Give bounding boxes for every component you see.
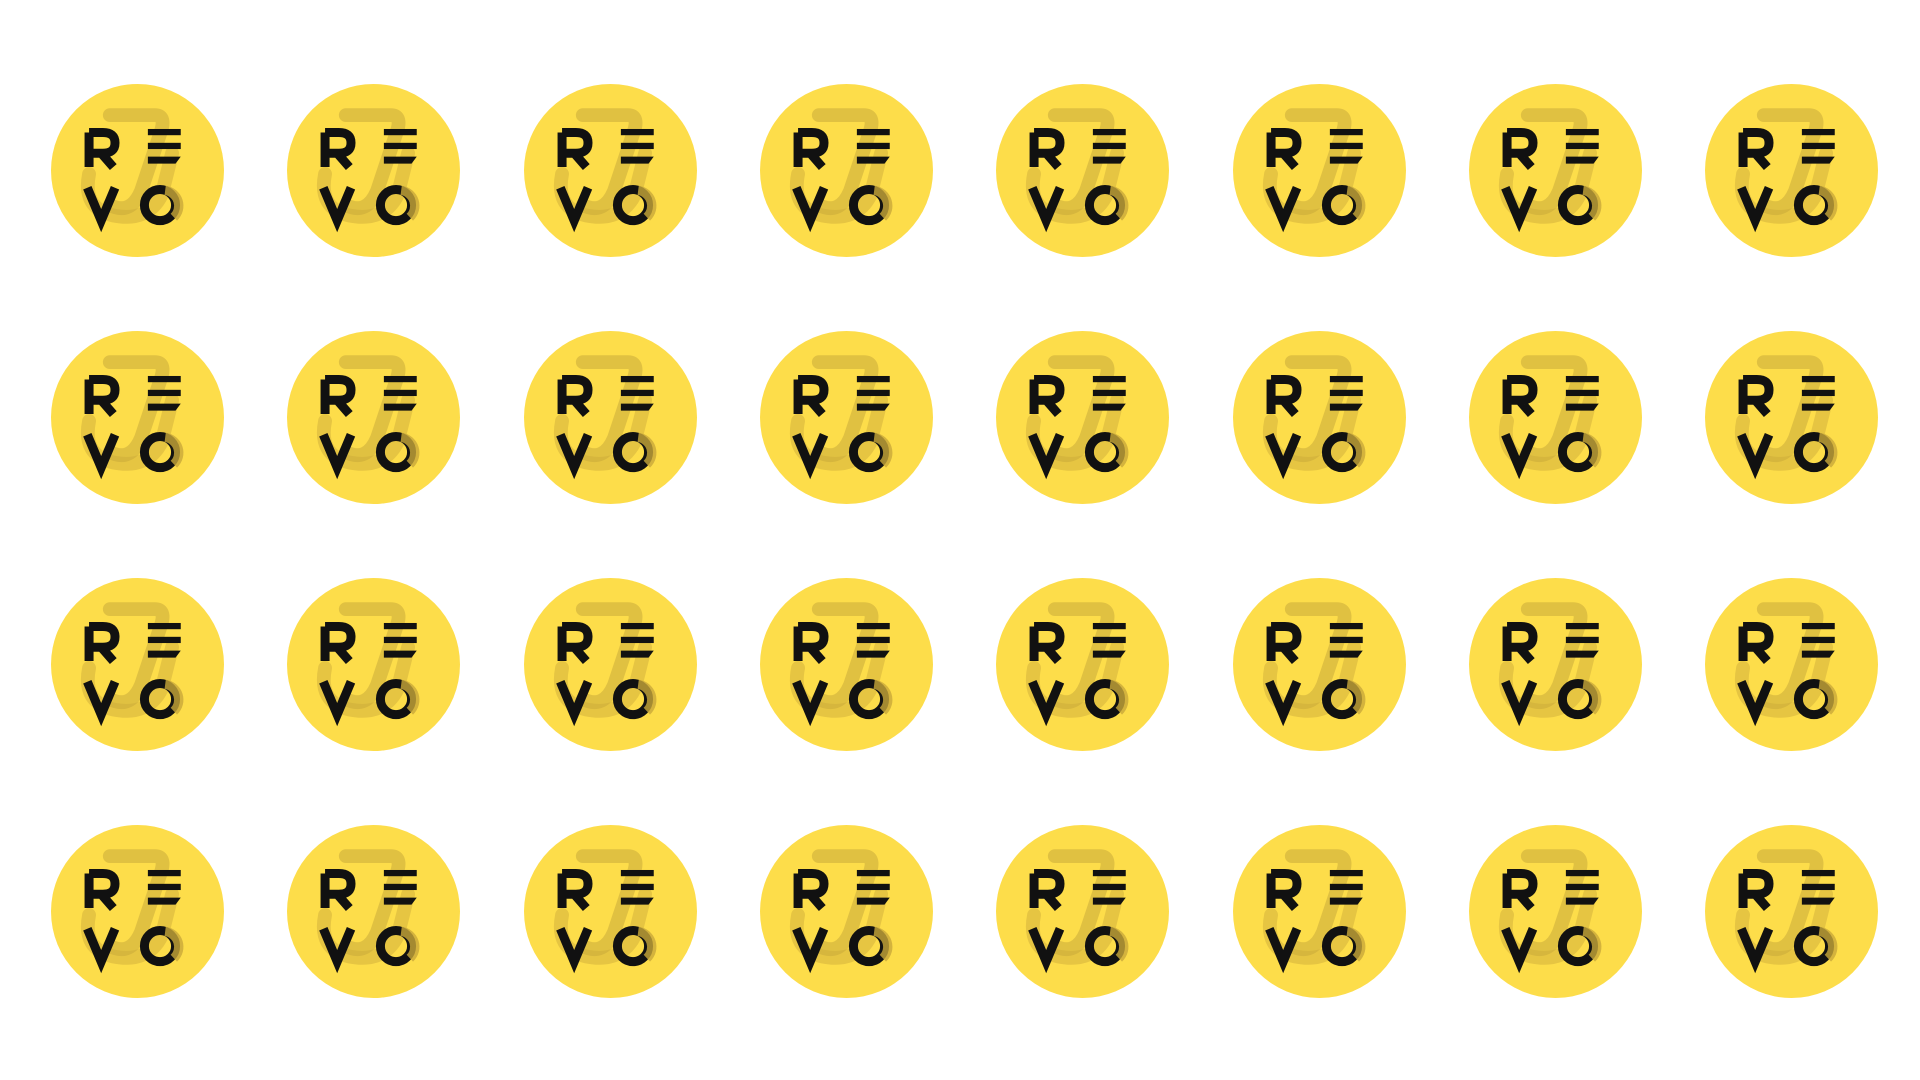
revo-logo-icon [996, 825, 1169, 998]
revo-badge [1705, 84, 1878, 257]
revo-badge [1705, 331, 1878, 504]
revo-logo-icon [1469, 84, 1642, 257]
revo-logo-icon [287, 578, 460, 751]
revo-logo-icon [524, 578, 697, 751]
revo-badge [287, 331, 460, 504]
revo-badge [996, 825, 1169, 998]
revo-logo-icon [287, 84, 460, 257]
revo-badge [51, 825, 224, 998]
revo-badge [524, 331, 697, 504]
revo-logo-icon [51, 331, 224, 504]
revo-logo-icon [524, 825, 697, 998]
revo-logo-icon [287, 825, 460, 998]
revo-badge [51, 578, 224, 751]
revo-badge [287, 84, 460, 257]
revo-badge [760, 578, 933, 751]
revo-logo-icon [1705, 84, 1878, 257]
revo-badge [996, 84, 1169, 257]
revo-logo-icon [760, 825, 933, 998]
revo-logo-icon [287, 331, 460, 504]
revo-badge [760, 331, 933, 504]
revo-badge [996, 331, 1169, 504]
revo-badge [996, 578, 1169, 751]
revo-badge [1233, 84, 1406, 257]
revo-badge [51, 331, 224, 504]
revo-badge [1469, 825, 1642, 998]
revo-badge [1233, 578, 1406, 751]
revo-logo-icon [1469, 825, 1642, 998]
revo-badge [287, 578, 460, 751]
revo-logo-icon [996, 331, 1169, 504]
revo-logo-icon [1233, 331, 1406, 504]
revo-badge [1469, 331, 1642, 504]
revo-logo-icon [1705, 331, 1878, 504]
revo-logo-icon [1469, 578, 1642, 751]
revo-badge [524, 84, 697, 257]
revo-badge [1233, 331, 1406, 504]
revo-badge [524, 825, 697, 998]
revo-badge [524, 578, 697, 751]
revo-badge [1705, 578, 1878, 751]
revo-badge [760, 825, 933, 998]
revo-logo-icon [1233, 578, 1406, 751]
revo-badge [1469, 578, 1642, 751]
logo-sticker-sheet [0, 0, 1920, 1080]
revo-logo-icon [996, 84, 1169, 257]
revo-logo-icon [760, 84, 933, 257]
revo-badge [1705, 825, 1878, 998]
revo-logo-icon [760, 331, 933, 504]
revo-badge [51, 84, 224, 257]
revo-logo-icon [51, 825, 224, 998]
revo-logo-icon [524, 331, 697, 504]
revo-logo-icon [760, 578, 933, 751]
revo-badge [760, 84, 933, 257]
revo-logo-icon [524, 84, 697, 257]
revo-logo-icon [1705, 578, 1878, 751]
revo-logo-icon [1469, 331, 1642, 504]
revo-logo-icon [996, 578, 1169, 751]
revo-badge [1469, 84, 1642, 257]
revo-logo-icon [1705, 825, 1878, 998]
revo-logo-icon [51, 84, 224, 257]
revo-badge [1233, 825, 1406, 998]
revo-logo-icon [1233, 825, 1406, 998]
revo-badge [287, 825, 460, 998]
revo-logo-icon [1233, 84, 1406, 257]
revo-logo-icon [51, 578, 224, 751]
